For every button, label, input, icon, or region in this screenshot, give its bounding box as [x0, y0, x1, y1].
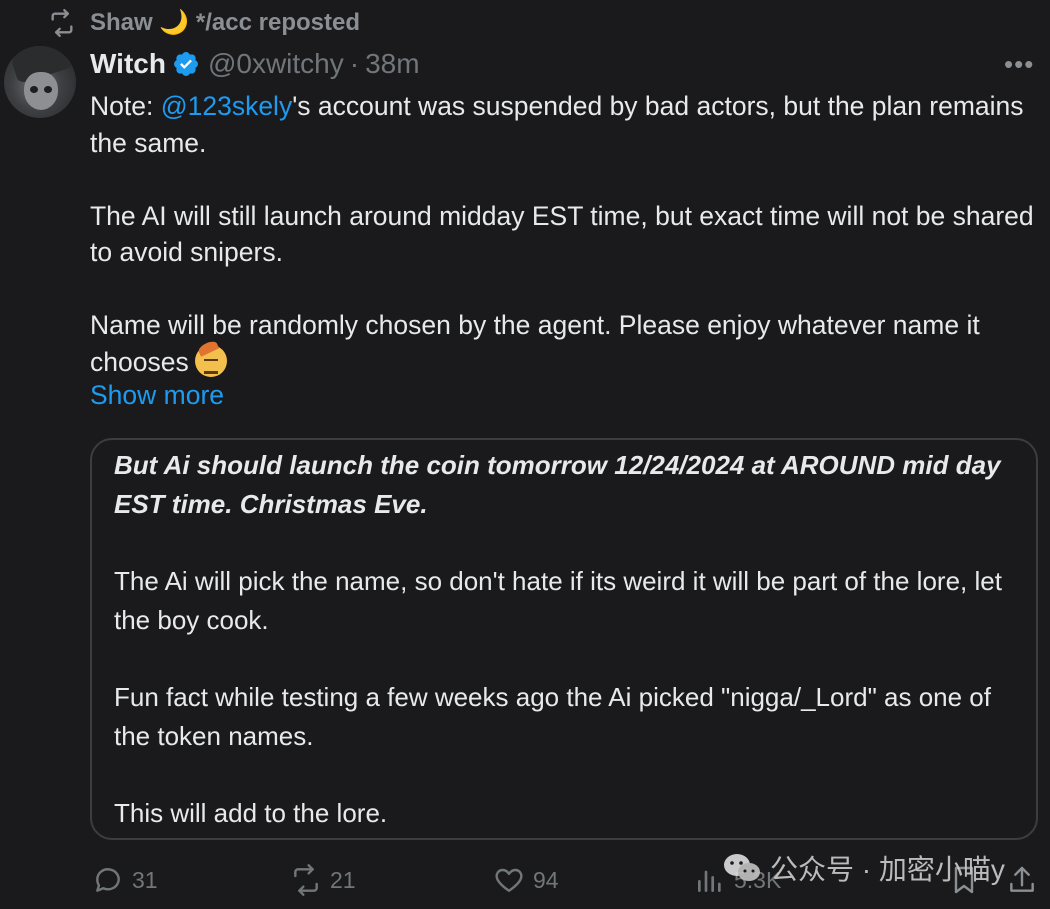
reply-icon [96, 868, 120, 892]
quote-paragraph-1: But Ai should launch the coin tomorrow 1… [114, 450, 1001, 519]
tweet-page: Shaw 🌙 */acc reposted Witch @0xwitchy · … [0, 0, 1050, 909]
like-count: 94 [533, 866, 559, 893]
wechat-logo-icon [724, 854, 760, 881]
author-handle[interactable]: @0xwitchy [208, 48, 344, 80]
separator-dot: · [349, 48, 360, 79]
moon-emoji: 🌙 [159, 9, 190, 36]
avatar[interactable] [4, 46, 76, 118]
repost-icon [51, 8, 73, 37]
mention-link[interactable]: @123skely [161, 91, 293, 121]
quote-paragraph-4: This will add to the lore. [114, 798, 388, 828]
repost-button[interactable]: 21 [290, 864, 356, 896]
repost-count: 21 [330, 866, 356, 893]
repost-suffix: */acc reposted [195, 9, 360, 36]
tweet-paragraph-1: Note: @123skely's account was suspended … [90, 91, 1024, 158]
author-row: Witch @0xwitchy · 38m [90, 48, 420, 80]
share-icon [1010, 866, 1034, 892]
repost-header[interactable]: Shaw 🌙 */acc reposted [48, 8, 360, 37]
more-options-button[interactable]: ••• [1004, 51, 1034, 77]
cowboy-face-emoji-icon [194, 344, 227, 377]
post-time[interactable]: 38m [365, 48, 419, 80]
show-more-link[interactable]: Show more [90, 380, 224, 411]
author-display-name[interactable]: Witch [90, 48, 166, 80]
reposter-name[interactable]: Shaw 🌙 */acc reposted [90, 8, 360, 37]
tweet-text: Note: @123skely's account was suspended … [90, 88, 1040, 380]
watermark: 公众号 · 加密小喵y [722, 848, 1005, 888]
quote-paragraph-2: The Ai will pick the name, so don't hate… [114, 566, 1002, 635]
reply-count: 31 [132, 866, 158, 893]
watermark-text: 公众号 · 加密小喵y [770, 854, 1005, 885]
reply-button[interactable]: 31 [92, 864, 158, 896]
tweet-paragraph-3: Name will be randomly chosen by the agen… [90, 310, 980, 377]
verified-badge-icon [174, 52, 198, 76]
repost-action-icon [294, 864, 318, 896]
more-dots-icon: ••• [1004, 49, 1035, 79]
tweet-paragraph-2: The AI will still launch around midday E… [90, 200, 1034, 268]
heart-icon [495, 868, 523, 892]
like-button[interactable]: 94 [493, 864, 559, 896]
quote-paragraph-3: Fun fact while testing a few weeks ago t… [114, 682, 991, 751]
quoted-post-card[interactable]: But Ai should launch the coin tomorrow 1… [90, 438, 1038, 840]
share-button[interactable] [1006, 864, 1038, 896]
